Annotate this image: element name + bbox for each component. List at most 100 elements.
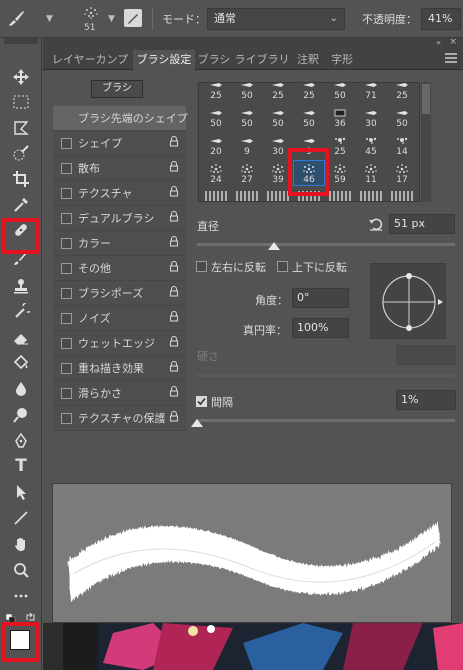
settings-list-item[interactable]: ウェットエッジ	[53, 331, 186, 356]
lock-icon[interactable]	[168, 160, 180, 175]
brush-tool-preset-icon[interactable]	[6, 8, 26, 31]
collapse-panel-icon[interactable]: «	[436, 38, 441, 47]
diameter-field[interactable]: 51 px	[389, 214, 455, 234]
brush-tip-cell[interactable]: 36	[325, 105, 355, 129]
brush-tip-cell[interactable]: 59	[325, 161, 355, 185]
settings-list-item[interactable]: シェイプ	[53, 131, 186, 156]
angle-field[interactable]: 0°	[292, 288, 349, 308]
brush-tip-cell-partial[interactable]	[236, 191, 258, 201]
brush-tip-cell-partial[interactable]	[205, 191, 227, 201]
settings-list-item[interactable]: カラー	[53, 231, 186, 256]
move-tool-icon[interactable]	[8, 66, 34, 88]
settings-list-item[interactable]: ブラシ先端のシェイプ	[53, 106, 188, 131]
paint-bucket-tool-icon[interactable]	[8, 352, 34, 374]
setting-checkbox[interactable]	[61, 287, 72, 299]
setting-checkbox[interactable]	[61, 412, 72, 424]
brush-tip-cell[interactable]: 50	[232, 105, 262, 129]
brush-tip-cell-partial[interactable]	[391, 191, 413, 201]
brush-tip-cell[interactable]: 9	[232, 133, 262, 157]
dodge-tool-icon[interactable]	[8, 404, 34, 426]
brush-tip-cell-partial[interactable]	[267, 191, 289, 201]
line-tool-icon[interactable]	[8, 507, 34, 529]
diameter-slider-track[interactable]	[197, 243, 455, 246]
tab-layer-comps[interactable]: レイヤーカンプ	[47, 50, 133, 70]
brush-tip-cell[interactable]: 71	[356, 83, 386, 101]
spacing-slider-track[interactable]	[197, 419, 455, 422]
chevron-down-icon[interactable]: ▼	[46, 14, 53, 24]
brushes-button[interactable]: ブラシ	[91, 80, 143, 98]
brush-tip-cell[interactable]: 50	[263, 105, 293, 129]
tab-brush-settings[interactable]: ブラシ設定	[133, 50, 195, 70]
flip-y-checkbox[interactable]	[277, 261, 288, 272]
more-tools-icon[interactable]	[8, 585, 34, 607]
brush-tip-cell[interactable]: 20	[201, 133, 231, 157]
lasso-tool-icon[interactable]	[8, 117, 34, 139]
brush-grid-scrollbar[interactable]	[421, 82, 431, 202]
brush-tip-cell[interactable]: 25	[294, 83, 324, 101]
brush-tip-cell[interactable]: 25	[263, 83, 293, 101]
settings-list-item[interactable]: デュアルブラシ	[53, 206, 186, 231]
lock-icon[interactable]	[168, 335, 180, 350]
toolbar-grip[interactable]	[4, 38, 38, 44]
brush-tip-cell[interactable]: 30	[356, 105, 386, 129]
brush-tip-cell[interactable]: 27	[232, 161, 262, 185]
setting-checkbox[interactable]	[61, 137, 72, 149]
brush-tip-cell[interactable]: 14	[387, 133, 417, 157]
lock-icon[interactable]	[168, 285, 180, 300]
brush-tip-cell[interactable]: 50	[325, 83, 355, 101]
lock-icon[interactable]	[168, 185, 180, 200]
spacing-checkbox[interactable]	[196, 396, 207, 407]
tab-glyphs[interactable]: 字形	[325, 50, 359, 70]
canvas-area[interactable]	[43, 623, 463, 670]
settings-list-item[interactable]: 散布	[53, 156, 186, 181]
brush-settings-toggle-icon[interactable]	[124, 9, 142, 27]
blur-tool-icon[interactable]	[8, 378, 34, 400]
brush-tip-cell[interactable]: 50	[294, 105, 324, 129]
tab-libraries[interactable]: ライブラリ	[233, 50, 291, 70]
zoom-tool-icon[interactable]	[8, 559, 34, 581]
brush-tip-cell-partial[interactable]	[329, 191, 351, 201]
brush-tip-cell[interactable]: 50	[387, 105, 417, 129]
lock-icon[interactable]	[168, 135, 180, 150]
brush-tip-cell[interactable]: 50	[201, 105, 231, 129]
roundness-field[interactable]: 100%	[292, 318, 349, 338]
settings-list-item[interactable]: その他	[53, 256, 186, 281]
brush-tip-cell[interactable]: 24	[201, 161, 231, 185]
brush-tip-cell[interactable]: 45	[356, 133, 386, 157]
type-tool-icon[interactable]: T	[8, 455, 34, 477]
brush-tip-cell[interactable]: 25	[325, 133, 355, 157]
brush-preview-icon[interactable]	[80, 4, 102, 22]
lock-icon[interactable]	[168, 260, 180, 275]
marquee-tool-icon[interactable]	[8, 91, 34, 113]
lock-icon[interactable]	[168, 410, 180, 425]
eyedropper-tool-icon[interactable]	[8, 194, 34, 216]
spacing-field[interactable]: 1%	[396, 390, 456, 410]
lock-icon[interactable]	[168, 385, 180, 400]
panel-menu-icon[interactable]	[445, 53, 457, 63]
lock-icon[interactable]	[168, 210, 180, 225]
stamp-tool-icon[interactable]	[8, 275, 34, 297]
brush-tip-cell[interactable]: 17	[387, 161, 417, 185]
brush-tip-cell[interactable]: 11	[356, 161, 386, 185]
swap-colors-icon[interactable]	[26, 612, 36, 622]
opacity-field[interactable]: 41%	[421, 8, 461, 30]
chevron-down-icon[interactable]: ▼	[108, 14, 115, 24]
setting-checkbox[interactable]	[61, 337, 72, 349]
settings-list-item[interactable]: テクスチャ	[53, 181, 186, 206]
diameter-slider-thumb[interactable]	[268, 242, 281, 250]
brush-tip-cell[interactable]: 50	[232, 83, 262, 101]
quick-selection-tool-icon[interactable]	[8, 142, 34, 164]
brush-tip-cell[interactable]: 25	[201, 83, 231, 101]
mode-dropdown[interactable]: 通常 ⌄	[207, 8, 345, 30]
settings-list-item[interactable]: ノイズ	[53, 306, 186, 331]
setting-checkbox[interactable]	[61, 187, 72, 199]
lock-icon[interactable]	[168, 235, 180, 250]
tab-notes[interactable]: 注釈	[291, 50, 325, 70]
brush-tip-cell-partial[interactable]	[360, 191, 382, 201]
setting-checkbox[interactable]	[61, 362, 72, 374]
flip-x-checkbox[interactable]	[196, 261, 207, 272]
lock-icon[interactable]	[168, 360, 180, 375]
crop-tool-icon[interactable]	[8, 168, 34, 190]
setting-checkbox[interactable]	[61, 162, 72, 174]
brush-tip-cell[interactable]: 25	[387, 83, 417, 101]
